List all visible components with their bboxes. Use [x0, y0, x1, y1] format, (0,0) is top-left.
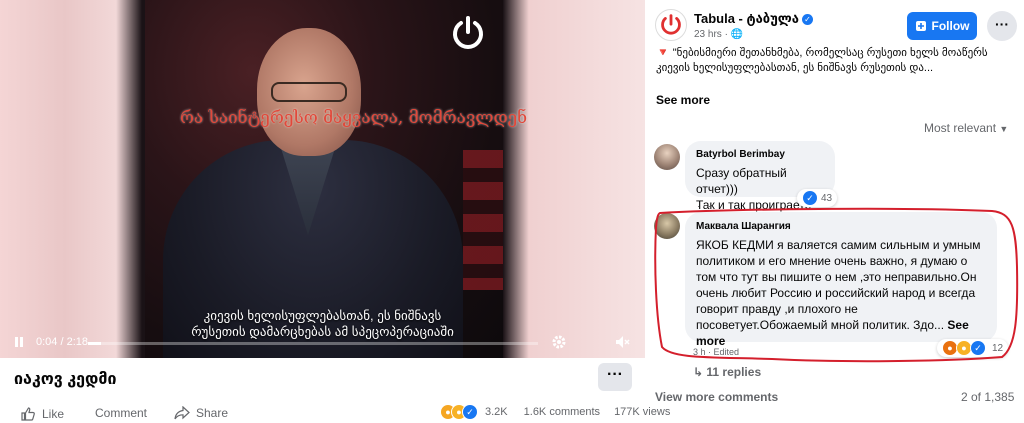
reaction-icons: ● ● ✓: [440, 404, 478, 420]
comment-label: Comment: [95, 406, 148, 420]
post-time-text[interactable]: 23 hrs: [694, 29, 722, 40]
follow-button[interactable]: Follow: [907, 12, 977, 40]
sort-label: Most relevant: [924, 121, 997, 135]
post-timestamp[interactable]: 23 hrs · 🌐: [694, 29, 743, 40]
video-controls: 0:04 / 2:18: [0, 327, 645, 358]
comment-author[interactable]: Batyrbol Berimbay: [696, 147, 824, 163]
subtitle-line-1: კიევის ხელისუფლებასთან, ეს ნიშნავს: [203, 308, 442, 323]
globe-icon: 🌐: [730, 29, 744, 40]
comment-meta: 3 h · Edited: [693, 347, 740, 357]
comment-edited: Edited: [713, 347, 740, 357]
comment-meta: · · ·: [697, 201, 711, 211]
comment-reactions-count[interactable]: ● ● ✓ 12: [937, 339, 1009, 357]
commenter-avatar[interactable]: [654, 213, 680, 239]
like-reaction-icon: ✓: [462, 404, 478, 420]
comment-reaction-number: 12: [992, 342, 1004, 354]
reply-arrow-icon: ↳: [693, 365, 704, 379]
reaction-count: 3.2K: [485, 406, 508, 418]
pause-icon[interactable]: [14, 336, 24, 348]
page-name[interactable]: Tabula - ტაბულა ✓: [694, 11, 813, 27]
studio-background: [463, 150, 503, 290]
commenter-avatar[interactable]: [654, 144, 680, 170]
post-see-more-link[interactable]: See more: [656, 93, 710, 107]
post-more-options-button[interactable]: ···: [987, 11, 1017, 41]
overlay-caption: რა საინტერესო მაყვალა, მომრავლდენ: [180, 108, 528, 128]
verified-badge-icon: ✓: [801, 14, 813, 25]
comment-bubble: Маквала Шарангия ЯКОБ КЕДМИ я валяется с…: [685, 212, 997, 348]
comment-time[interactable]: 3 h: [693, 347, 706, 357]
share-button[interactable]: Share: [174, 406, 228, 420]
follow-label: Follow: [931, 19, 970, 33]
comment-text: ЯКОБ КЕДМИ я валяется самим сильным и ум…: [696, 238, 981, 332]
tabula-page-avatar[interactable]: [655, 9, 687, 41]
comment-reactions-count[interactable]: ✓ 43: [797, 189, 838, 207]
video-time: 0:04 / 2:18: [36, 336, 88, 348]
volume-muted-icon[interactable]: [614, 334, 630, 350]
comment-author[interactable]: Маквала Шарангия: [696, 219, 986, 235]
video-progress-fill: [88, 342, 102, 345]
share-label: Share: [196, 406, 229, 420]
like-label: Like: [42, 407, 65, 421]
share-arrow-icon: [174, 406, 190, 420]
video-title: იაკოვ კედმი: [14, 371, 117, 388]
comment-sort-dropdown[interactable]: Most relevant ▼: [924, 121, 1008, 135]
comment-reaction-number: 43: [821, 192, 833, 204]
page-name-text[interactable]: Tabula - ტაბულა: [694, 11, 799, 26]
chevron-down-icon: ▼: [999, 124, 1009, 134]
video-reactions-summary[interactable]: ● ● ✓ 3.2K 1.6K comments 177K views: [440, 404, 670, 420]
post-panel: Tabula - ტაბულა ✓ 23 hrs · 🌐 Follow ··· 🔻…: [645, 0, 1024, 423]
video-more-options-button[interactable]: ···: [598, 363, 632, 391]
like-reaction-icon: ✓: [802, 190, 818, 206]
like-reaction-icon: ✓: [970, 340, 986, 356]
like-button[interactable]: Like: [20, 406, 64, 422]
view-more-comments-link[interactable]: View more comments: [655, 390, 778, 404]
video-progress-bar[interactable]: [88, 342, 538, 345]
comment-button[interactable]: Comment: [95, 406, 147, 420]
comments-count[interactable]: 1.6K comments: [524, 406, 600, 418]
speaker-glasses: [271, 82, 347, 102]
follow-icon: [915, 21, 926, 31]
channel-power-logo-icon: [453, 16, 483, 49]
comment-pager: 2 of 1,385: [961, 390, 1015, 404]
settings-gear-icon[interactable]: [551, 334, 567, 350]
replies-label: 11 replies: [706, 365, 762, 379]
video-frame[interactable]: [145, 0, 503, 358]
thumbs-up-icon: [21, 407, 35, 421]
view-replies-link[interactable]: ↳ 11 replies: [693, 365, 761, 379]
post-text: 🔻 "ნებისმიერი შეთანხმება, რომელსაც რუსეთ…: [656, 47, 988, 74]
video-player[interactable]: რა საინტერესო მაყვალა, მომრავლდენ კიევის…: [0, 0, 645, 358]
